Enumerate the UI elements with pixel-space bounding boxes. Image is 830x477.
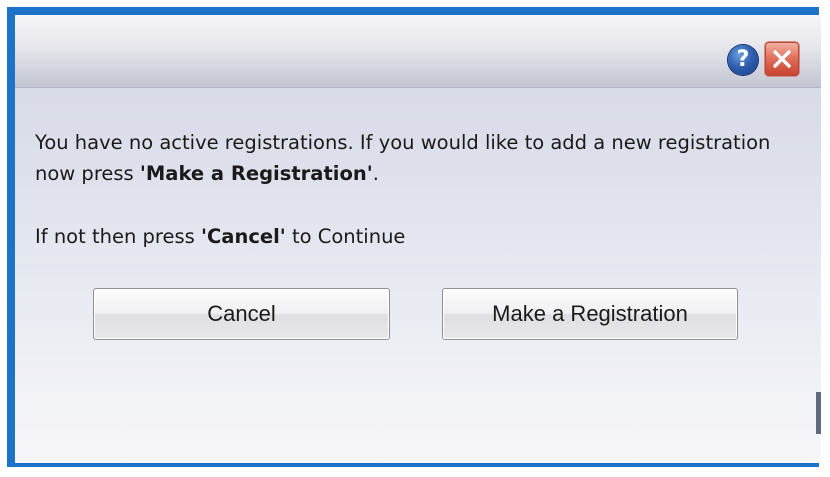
cancel-button-label: Cancel: [207, 301, 276, 326]
cancel-button[interactable]: Cancel: [93, 288, 390, 340]
message-line1-bold: 'Make a Registration': [139, 162, 373, 185]
message-paragraph-registrations: You have no active registrations. If you…: [35, 127, 795, 189]
message-line1-end: .: [372, 162, 379, 185]
make-registration-button[interactable]: Make a Registration: [442, 288, 738, 340]
dialog-message: You have no active registrations. If you…: [35, 127, 795, 252]
make-registration-button-label: Make a Registration: [492, 301, 688, 326]
message-paragraph-cancel: If not then press 'Cancel' to Continue: [35, 221, 795, 252]
scrollbar-edge: [816, 392, 821, 434]
dialog-titlebar: ?: [15, 15, 821, 88]
close-x-glyph: [773, 50, 791, 68]
help-icon[interactable]: ?: [728, 45, 758, 75]
message-line2-start: If not then press: [35, 225, 201, 248]
screen: ? You have no active registrations. If y…: [0, 0, 830, 477]
message-line2-bold: 'Cancel': [201, 225, 286, 248]
dialog-body: ? You have no active registrations. If y…: [15, 15, 821, 463]
message-line2-end: to Continue: [285, 225, 406, 248]
close-icon[interactable]: [765, 42, 799, 76]
